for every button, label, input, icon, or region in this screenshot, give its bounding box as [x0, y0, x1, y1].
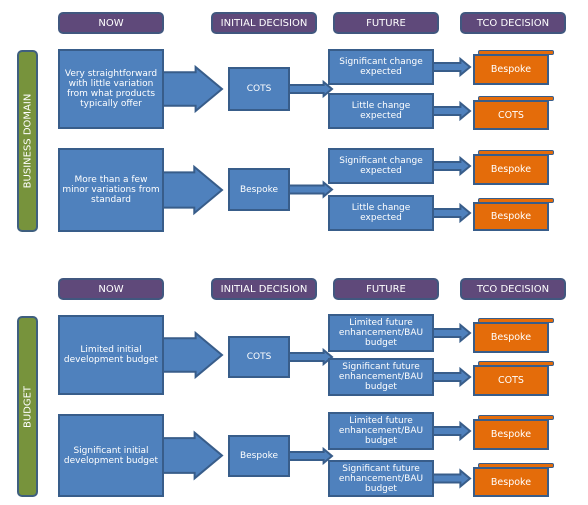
tco-decision-box: Bespoke [473, 322, 549, 353]
tco-decision-box: Bespoke [473, 467, 549, 497]
diagram: NOW INITIAL DECISION FUTURE TCO DECISION BUS… [0, 0, 588, 505]
tco-decision-box: COTS [473, 365, 549, 396]
tco-decision-box: Bespoke [473, 419, 549, 450]
future-box: Significant future enhancement/BAU budge… [328, 460, 434, 497]
